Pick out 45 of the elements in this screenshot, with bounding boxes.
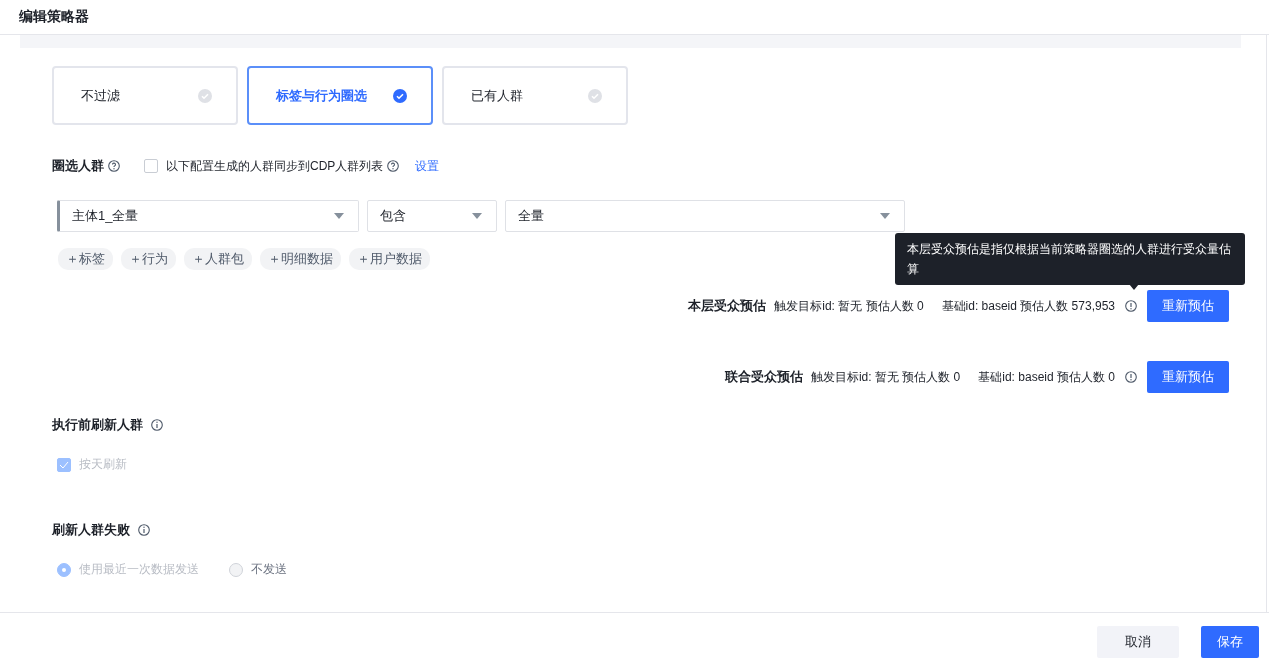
re-estimate-button[interactable]: 重新预估	[1147, 361, 1229, 393]
estimate-text: 触发目标id: 暂无 预估人数 0	[810, 368, 961, 386]
estimate-text: 基础id: baseid 预估人数 0	[978, 368, 1115, 386]
tooltip: 本层受众预估是指仅根据当前策略器圈选的人群进行受众量估算	[895, 233, 1245, 285]
add-button[interactable]: ＋明细数据	[260, 248, 341, 270]
exclamation-icon	[1125, 300, 1137, 312]
settings-link[interactable]: 设置	[415, 157, 440, 175]
strategy-option[interactable]: 不过滤	[52, 66, 238, 125]
checkmark-icon	[59, 460, 69, 469]
estimate-text: 触发目标id: 暂无 预估人数 0	[774, 297, 924, 315]
help-icon	[387, 160, 400, 172]
caret-icon	[472, 213, 482, 219]
caret-icon	[334, 213, 344, 219]
value-select[interactable]: 全量	[505, 200, 905, 232]
help-icon	[108, 160, 120, 172]
estimate-text: 基础id: baseid 预估人数 573,953	[941, 297, 1115, 315]
check-icon	[198, 88, 212, 103]
tooltip-arrow	[1129, 284, 1139, 290]
info-icon	[138, 524, 150, 536]
strategy-option[interactable]: 已有人群	[442, 66, 628, 125]
checkbox-label: 按天刷新	[79, 456, 127, 473]
check-icon	[588, 88, 602, 103]
info-icon	[151, 419, 163, 431]
subject-select[interactable]: 主体1_全量	[57, 200, 359, 232]
save-button[interactable]: 保存	[1201, 625, 1259, 658]
add-button[interactable]: ＋人群包	[184, 248, 252, 270]
section-title: 刷新人群失败	[52, 521, 130, 539]
add-button[interactable]: ＋用户数据	[349, 248, 430, 270]
section-title: 圈选人群	[52, 157, 104, 175]
radio-label: 不发送	[251, 561, 287, 578]
checkbox[interactable]	[144, 159, 158, 173]
cancel-button[interactable]: 取消	[1097, 625, 1179, 658]
estimate-title: 本层受众预估	[688, 297, 767, 315]
re-estimate-button[interactable]: 重新预估	[1147, 290, 1229, 322]
checkbox-label: 以下配置生成的人群同步到CDP人群列表	[166, 157, 384, 175]
caret-icon	[880, 213, 890, 219]
window-title: 编辑策略器	[19, 8, 89, 26]
exclamation-icon	[1125, 371, 1137, 383]
estimate-title: 联合受众预估	[724, 368, 803, 386]
operator-select[interactable]: 包含	[367, 200, 497, 232]
section-title: 执行前刷新人群	[52, 416, 143, 434]
add-button[interactable]: ＋行为	[121, 248, 176, 270]
strategy-option[interactable]: 标签与行为圈选	[247, 66, 433, 125]
add-button[interactable]: ＋标签	[58, 248, 113, 270]
check-icon	[393, 88, 407, 103]
